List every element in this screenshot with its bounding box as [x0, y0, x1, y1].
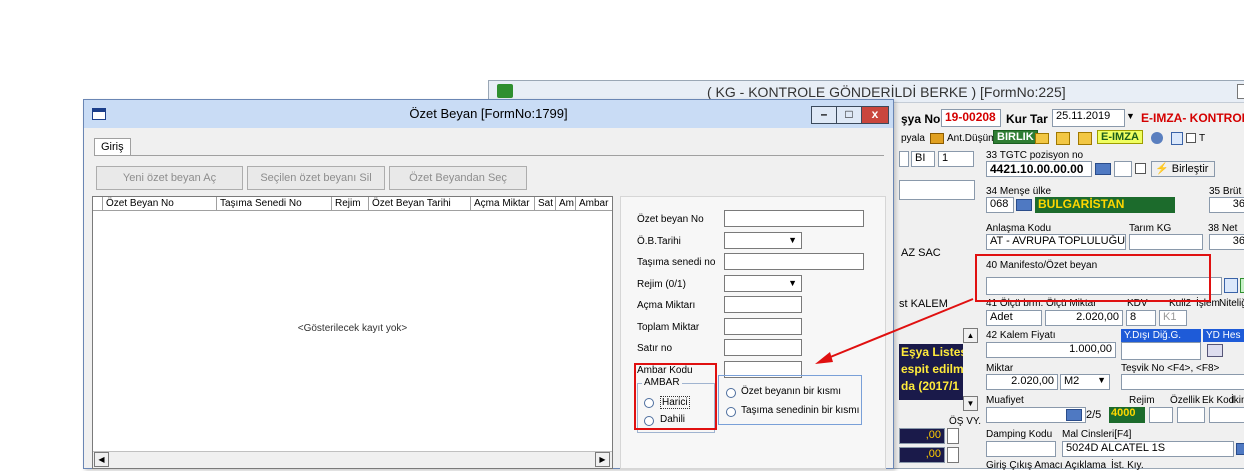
arrow-shaft — [822, 298, 974, 361]
annotation-arrow — [815, 298, 974, 364]
arrow-head — [815, 352, 833, 364]
